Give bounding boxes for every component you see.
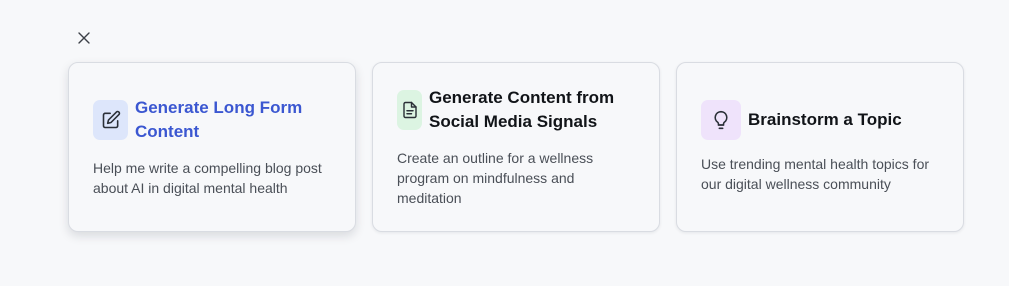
close-icon	[78, 32, 90, 44]
card-description: Create an outline for a wellness program…	[397, 150, 594, 206]
card-header: Brainstorm a Topic	[701, 100, 939, 140]
suggestion-cards: Generate Long Form Content Help me write…	[68, 62, 964, 232]
card-icon-container	[701, 100, 741, 140]
card-header: Generate Content from Social Media Signa…	[397, 86, 635, 134]
card-generate-long-form[interactable]: Generate Long Form Content Help me write…	[68, 62, 356, 232]
card-brainstorm-topic[interactable]: Brainstorm a Topic Use trending mental h…	[676, 62, 964, 232]
card-description: Help me write a compelling blog post abo…	[93, 160, 322, 196]
card-header: Generate Long Form Content	[93, 96, 331, 144]
card-title: Generate Content from Social Media Signa…	[429, 88, 615, 131]
card-icon-container	[93, 100, 128, 140]
pencil-square-icon	[102, 110, 120, 129]
document-icon	[402, 101, 417, 119]
card-generate-social-signals[interactable]: Generate Content from Social Media Signa…	[372, 62, 660, 232]
card-description: Use trending mental health topics for ou…	[701, 156, 930, 192]
lightbulb-icon	[714, 110, 728, 130]
close-button[interactable]	[74, 28, 94, 48]
card-icon-container	[397, 90, 422, 130]
card-title: Brainstorm a Topic	[748, 110, 902, 129]
card-title: Generate Long Form Content	[135, 98, 303, 141]
